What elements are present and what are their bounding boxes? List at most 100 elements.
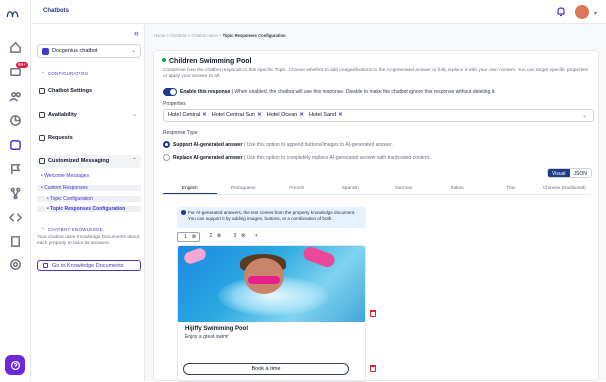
trash-icon[interactable] bbox=[370, 310, 376, 317]
help-button[interactable] bbox=[5, 355, 25, 375]
property-chip[interactable]: Hotel Ocean ✕ bbox=[267, 112, 304, 121]
tab-italian[interactable]: Italian bbox=[431, 182, 485, 194]
remove-icon[interactable]: ✕ bbox=[299, 112, 304, 118]
external-link-icon bbox=[43, 263, 48, 268]
tab-chinese[interactable]: Chinese (traditional) bbox=[538, 182, 592, 194]
property-chip[interactable]: Hotel Central Sun ✕ bbox=[212, 112, 262, 121]
response-title: Children Swimming Pool bbox=[162, 58, 251, 65]
goggles-shape bbox=[248, 276, 280, 284]
book-a-time-button[interactable]: Book a time bbox=[183, 363, 349, 375]
card-subtitle: Enjoy a great swim! bbox=[185, 334, 229, 340]
property-chip[interactable]: Hotel Sand ✕ bbox=[309, 112, 343, 121]
config-heading-label: CONFIGURATION bbox=[47, 71, 88, 76]
tab-card-3[interactable]: 3 ⊗ bbox=[227, 232, 248, 242]
view-json[interactable]: JSON bbox=[570, 169, 591, 177]
tab-spanish[interactable]: Spanish bbox=[324, 182, 378, 194]
view-visual[interactable]: Visual bbox=[548, 169, 570, 177]
collapse-icon[interactable]: « bbox=[134, 28, 139, 38]
home-icon[interactable] bbox=[8, 40, 22, 54]
user-avatar[interactable] bbox=[575, 5, 589, 19]
flag-icon[interactable] bbox=[8, 162, 22, 176]
property-chip[interactable]: Hotel Central ✕ bbox=[168, 112, 207, 121]
radio-replace-label: Replace AI-generated answer | Use this o… bbox=[173, 155, 431, 161]
code-icon[interactable] bbox=[8, 210, 22, 224]
chevron-up-icon: ⌃ bbox=[131, 158, 137, 164]
view-mode-toggle: Visual JSON bbox=[547, 168, 592, 178]
property-chip-label: Hotel Central Sun bbox=[211, 112, 256, 118]
properties-select[interactable]: Hotel Central ✕ Hotel Central Sun ✕ Hotel … bbox=[163, 109, 594, 122]
sidebar-item-label: Chatbot Settings bbox=[48, 88, 92, 94]
breadcrumb-item[interactable]: Home bbox=[154, 33, 165, 38]
status-dot bbox=[162, 58, 166, 62]
chevron-down-icon: ⌄ bbox=[581, 113, 587, 119]
main-content: Home > Chatbots > Chatbot name > Topic R… bbox=[145, 24, 606, 382]
bell-icon[interactable] bbox=[556, 6, 566, 17]
sidebar-item-customized-messaging[interactable]: Customized Messaging ⌃ bbox=[37, 155, 141, 168]
tab-card-label: 2 bbox=[209, 233, 213, 239]
sidebar-item-requests[interactable]: Requests bbox=[37, 132, 141, 145]
sub-item-label: Topic Configuration bbox=[50, 196, 93, 202]
breadcrumb: Home > Chatbots > Chatbot name > Topic R… bbox=[154, 33, 286, 38]
brand-logo-icon bbox=[6, 11, 19, 18]
building-icon[interactable] bbox=[8, 234, 22, 248]
users-icon[interactable] bbox=[8, 89, 22, 103]
language-tabs: English Portuguese French Spanish German… bbox=[163, 182, 591, 195]
add-tab-button[interactable]: + bbox=[252, 232, 261, 242]
sub-item-welcome-messages[interactable]: • Welcome Messages bbox=[41, 173, 89, 179]
tab-thai[interactable]: Thai bbox=[484, 182, 538, 194]
chatbot-icon[interactable] bbox=[8, 138, 22, 152]
pool-photo bbox=[178, 246, 365, 322]
kb-description: Your chatbot uses Knowledge Documents ab… bbox=[37, 235, 140, 246]
trash-icon[interactable] bbox=[370, 365, 376, 372]
property-chip-label: Hotel Central bbox=[168, 112, 201, 118]
notification-badge: 99+ bbox=[16, 62, 28, 68]
config-heading: ⌃ CONFIGURATION bbox=[41, 71, 88, 76]
tab-german[interactable]: German bbox=[377, 182, 431, 194]
go-to-knowledge-button[interactable]: Go to Knowledge Documents bbox=[37, 260, 141, 271]
image-card: Hijiffy Swimming Pool Enjoy a great swim… bbox=[177, 245, 366, 382]
float-shape bbox=[182, 246, 208, 266]
radio-support-title: Support AI-generated answer bbox=[173, 142, 243, 148]
chatbot-select[interactable]: Docgenius chatbot ⌄ bbox=[37, 44, 141, 58]
radio-support-desc: Use this option to append buttons/images… bbox=[246, 142, 393, 148]
clock-icon bbox=[39, 112, 45, 118]
remove-icon[interactable]: ✕ bbox=[202, 112, 207, 118]
tab-english[interactable]: English bbox=[163, 182, 217, 194]
chatbot-select-value: Docgenius chatbot bbox=[52, 48, 98, 54]
sub-item-topic-configuration[interactable]: • Topic Configuration bbox=[37, 196, 141, 202]
info-banner: For AI-generated answers, the text comes… bbox=[177, 207, 366, 228]
kb-heading: ⌃ CHATBOT KNOWLEDGE bbox=[41, 227, 103, 232]
sub-item-label: Welcome Messages bbox=[44, 173, 90, 179]
radio-replace-title: Replace AI-generated answer bbox=[173, 155, 243, 161]
integrations-icon[interactable] bbox=[8, 257, 22, 271]
sidebar: « Docgenius chatbot ⌄ ⌃ CONFIGURATION Cha… bbox=[31, 24, 145, 381]
info-icon bbox=[181, 210, 186, 215]
kb-heading-label: CHATBOT KNOWLEDGE bbox=[47, 227, 103, 232]
enable-toggle[interactable] bbox=[163, 88, 177, 96]
property-chip-label: Hotel Ocean bbox=[266, 112, 298, 118]
sidebar-item-availability[interactable]: Availability ⌄ bbox=[37, 109, 141, 122]
tab-portuguese[interactable]: Portuguese bbox=[217, 182, 271, 194]
tab-card-2[interactable]: 2 ⊗ bbox=[203, 232, 224, 242]
message-icon bbox=[39, 158, 45, 164]
radio-support[interactable] bbox=[163, 141, 170, 148]
radio-replace[interactable] bbox=[163, 154, 170, 161]
enable-label: Enable this response | When enabled, the… bbox=[180, 89, 496, 95]
info-text: For AI-generated answers, the text comes… bbox=[188, 210, 356, 221]
sub-item-custom-responses[interactable]: • Custom Responses bbox=[37, 185, 141, 191]
remove-icon[interactable]: ✕ bbox=[338, 112, 343, 118]
property-chip-label: Hotel Sand bbox=[308, 112, 337, 118]
tab-french[interactable]: French bbox=[270, 182, 324, 194]
response-title-text: Children Swimming Pool bbox=[169, 58, 252, 65]
tab-card-label: 1 bbox=[184, 234, 188, 240]
sub-item-topic-responses[interactable]: • Topic Responses Configuration bbox=[37, 206, 141, 212]
sidebar-item-label: Requests bbox=[48, 135, 73, 141]
tab-card-1[interactable]: 1 ⊗ bbox=[177, 232, 201, 242]
breadcrumb-item[interactable]: Chatbots bbox=[170, 33, 187, 38]
breadcrumb-item[interactable]: Chatbot name bbox=[192, 33, 218, 38]
chevron-down-icon[interactable]: ▾ bbox=[594, 10, 597, 17]
remove-icon[interactable]: ✕ bbox=[257, 112, 262, 118]
flow-icon[interactable] bbox=[8, 186, 22, 200]
analytics-icon[interactable] bbox=[8, 113, 22, 127]
sidebar-item-chatbot-settings[interactable]: Chatbot Settings bbox=[37, 85, 141, 98]
